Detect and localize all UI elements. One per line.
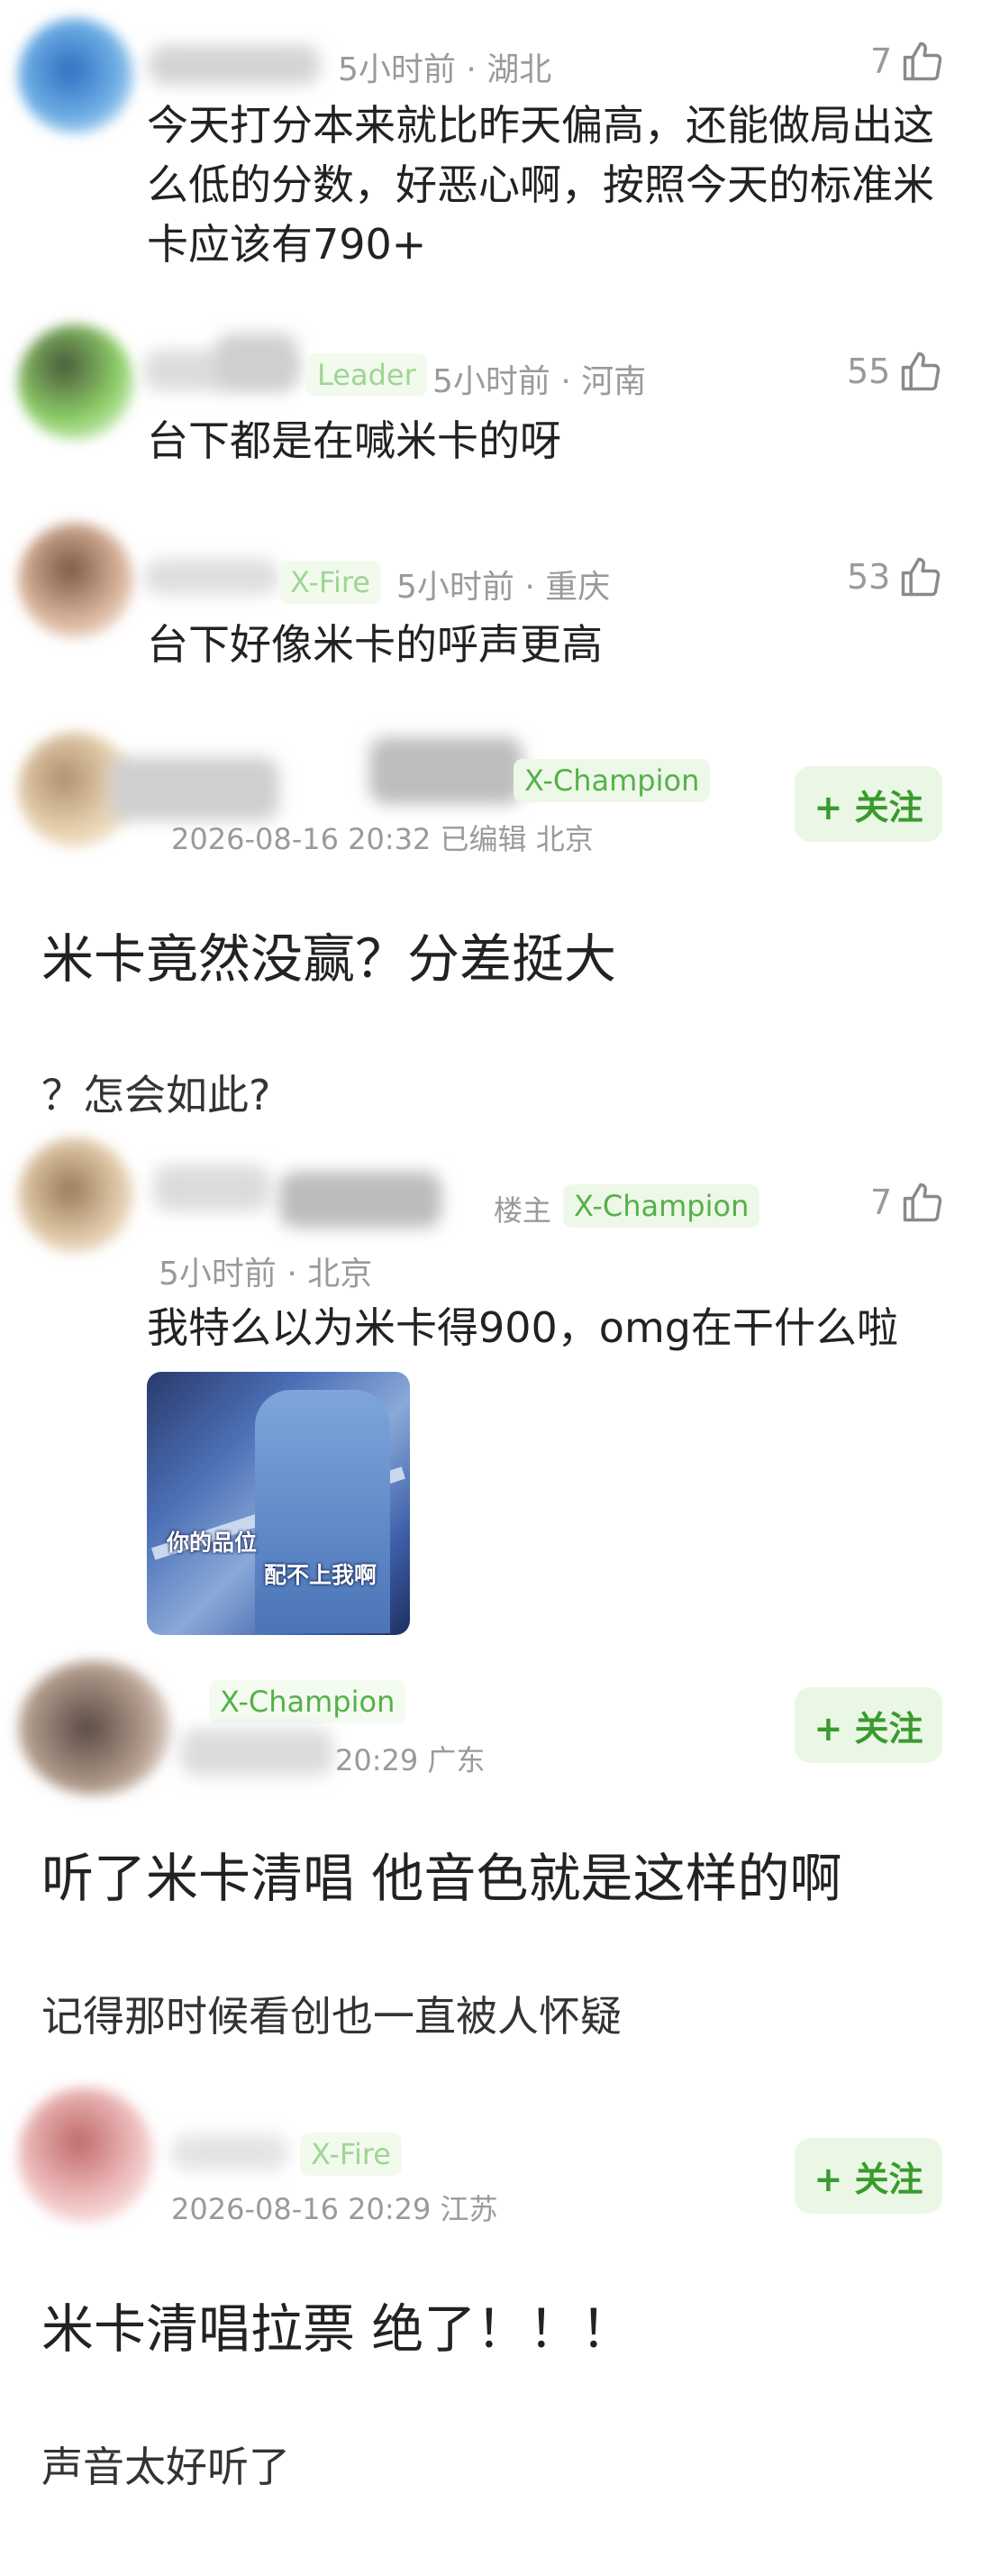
gif-caption: 配不上我啊 <box>264 1562 377 1588</box>
username-blurred[interactable] <box>216 333 297 388</box>
thumbs-up-icon <box>903 1183 942 1222</box>
username-blurred[interactable] <box>144 559 279 595</box>
like-button[interactable]: 53 <box>847 553 944 600</box>
username-blurred[interactable] <box>171 2134 288 2170</box>
post-title: 听了米卡清唱 他音色就是这样的啊 <box>41 1848 842 1909</box>
username-blurred[interactable] <box>153 1165 270 1211</box>
like-count: 53 <box>847 557 891 597</box>
follow-button[interactable]: + 关注 <box>795 1687 942 1763</box>
reply-text: 今天打分本来就比昨天偏高，还能做局出这么低的分数，好恶心啊，按照今天的标准米卡应… <box>147 101 934 269</box>
like-count: 7 <box>870 1183 893 1222</box>
like-button[interactable]: 7 <box>870 1179 946 1226</box>
post-body: ？怎会如此? <box>41 1071 271 1119</box>
reply-text: 台下都是在喊米卡的呀 <box>147 416 561 465</box>
user-badge: X-Fire <box>279 561 381 604</box>
like-count: 55 <box>847 352 891 391</box>
reaction-gif[interactable]: 你的品位 配不上我啊 <box>147 1372 410 1635</box>
username-blurred[interactable] <box>180 1729 333 1776</box>
username-blurred[interactable] <box>279 1172 441 1228</box>
avatar[interactable] <box>18 18 133 133</box>
reply-meta: 5小时前 · 湖北 <box>338 51 552 88</box>
thumbs-up-icon <box>902 352 941 391</box>
post-title: 米卡竟然没赢？分差挺大 <box>41 928 617 990</box>
user-badge: X-Champion <box>563 1184 760 1228</box>
avatar[interactable] <box>18 1137 133 1253</box>
username-blurred[interactable] <box>108 757 279 820</box>
post-meta: 2026-08-16 20:32 已编辑 北京 <box>171 822 594 856</box>
post-title: 米卡清唱拉票 绝了！！！ <box>41 2298 633 2360</box>
post-meta: 2026-08-16 20:29 江苏 <box>171 2192 498 2226</box>
thumbs-up-icon <box>902 557 941 597</box>
user-badge: X-Champion <box>209 1680 406 1723</box>
gif-figure <box>255 1390 390 1633</box>
like-button[interactable]: 7 <box>870 38 946 85</box>
user-badge: X-Fire <box>300 2133 402 2176</box>
reply-text: 我特么以为米卡得900，omg在干什么啦 <box>147 1303 898 1352</box>
like-count: 7 <box>870 41 893 81</box>
reply-meta: 5小时前 · 北京 <box>159 1256 373 1293</box>
like-button[interactable]: 55 <box>847 348 944 395</box>
post-meta: 20:29 广东 <box>335 1743 486 1777</box>
reply-meta: 5小时前 · 河南 <box>432 363 647 400</box>
reply-meta: 5小时前 · 重庆 <box>396 569 611 606</box>
follow-button[interactable]: + 关注 <box>795 2138 942 2214</box>
avatar[interactable] <box>18 1660 171 1795</box>
username-blurred[interactable] <box>369 737 523 804</box>
avatar[interactable] <box>18 2087 153 2223</box>
avatar[interactable] <box>18 324 133 440</box>
avatar[interactable] <box>18 523 133 638</box>
follow-button[interactable]: + 关注 <box>795 766 942 842</box>
user-badge: Leader <box>306 353 427 397</box>
op-tag: 楼主 <box>494 1193 552 1228</box>
thumbs-up-icon <box>903 41 942 81</box>
user-badge: X-Champion <box>514 759 711 802</box>
post-body: 记得那时候看创也一直被人怀疑 <box>41 1992 622 2041</box>
post-body: 声音太好听了 <box>41 2443 290 2491</box>
gif-caption: 你的品位 <box>167 1530 258 1556</box>
reply-text: 台下好像米卡的呼声更高 <box>147 620 603 669</box>
username-blurred[interactable] <box>149 45 320 85</box>
